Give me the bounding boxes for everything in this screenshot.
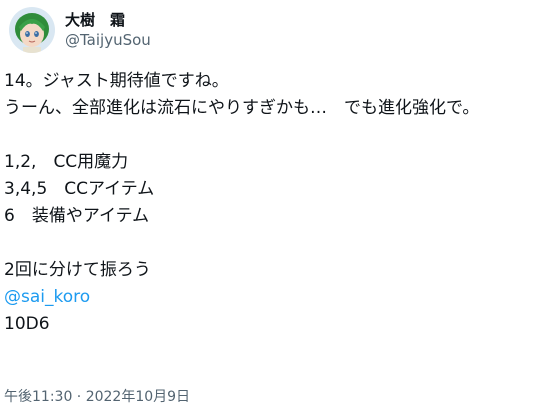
tweet-line: 3,4,5 CCアイテム [4,179,155,199]
tweet-line: 1,2, CC用魔力 [4,152,129,172]
author-handle[interactable]: @TaijyuSou [65,30,151,50]
dice-command: 10D6 [4,314,50,334]
tweet-line: うーん、全部進化は流石にやりすぎかも… でも進化強化で。 [4,98,480,118]
tweet-line: 14。ジャスト期待値ですね。 [4,71,229,91]
mention-link[interactable]: @sai_koro [4,284,556,311]
tweet-timestamp[interactable]: 午後11:30 · 2022年10月9日 [4,387,190,407]
tweet-text: 14。ジャスト期待値ですね。 うーん、全部進化は流石にやりすぎかも… でも進化強… [4,68,556,338]
tweet-line: 2回に分けて振ろう [4,260,151,280]
anime-character-avatar-icon [9,7,55,53]
tweet-header: 大樹 霜 @TaijyuSou [9,4,151,56]
avatar[interactable] [9,7,55,53]
tweet-line: 6 装備やアイテム [4,206,150,226]
author-display-name[interactable]: 大樹 霜 [65,10,151,30]
